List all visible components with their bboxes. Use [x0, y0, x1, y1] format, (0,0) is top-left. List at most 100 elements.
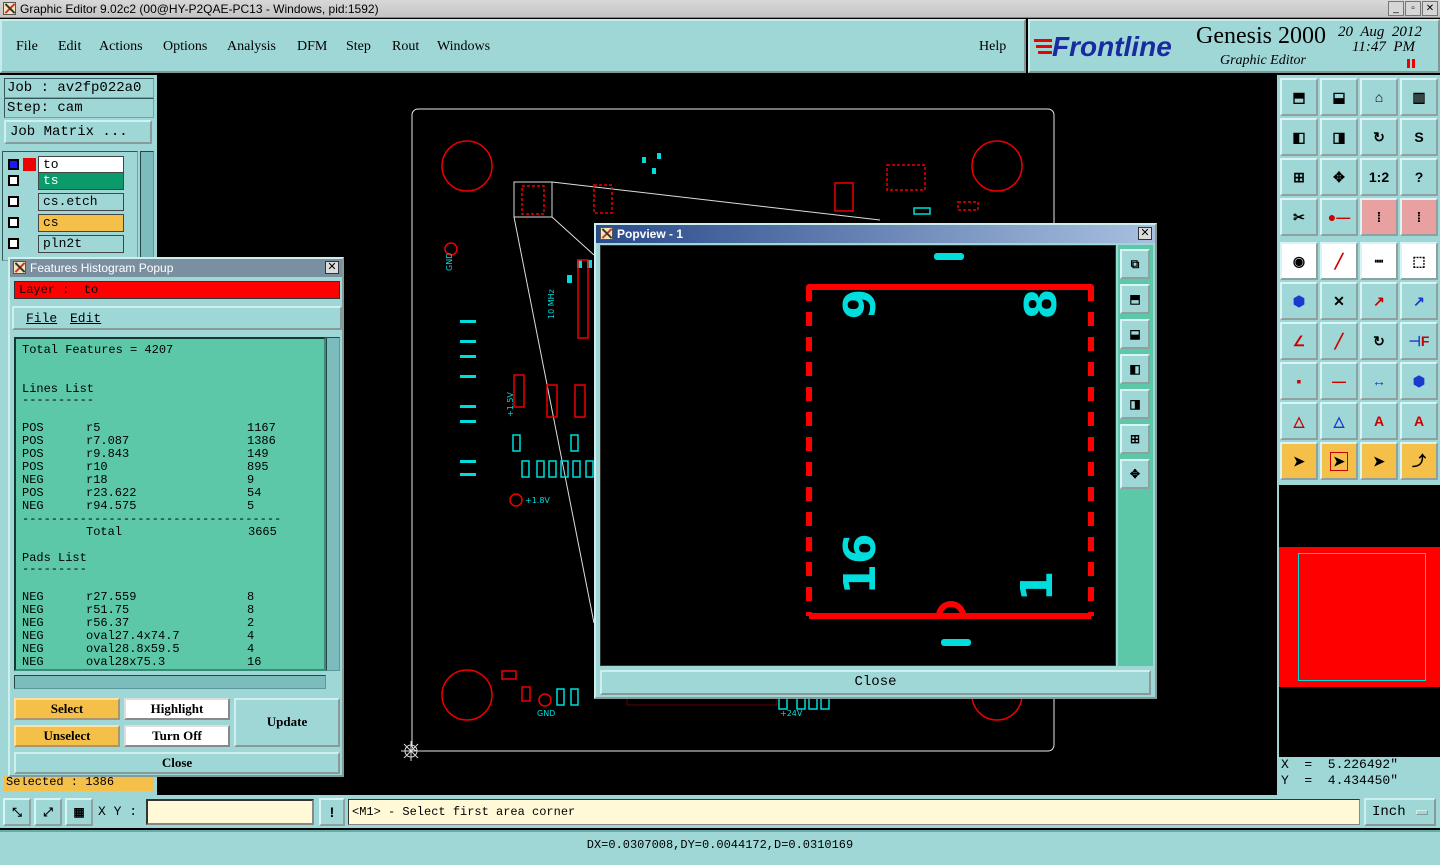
histogram-titlebar[interactable]: Features Histogram Popup ✕ — [10, 259, 342, 277]
zoom-fit-icon[interactable]: ⊞ — [1280, 158, 1318, 196]
overview-map[interactable] — [1279, 485, 1440, 757]
pan-right-icon[interactable]: ◨ — [1320, 118, 1358, 156]
histogram-hscrollbar[interactable] — [14, 675, 326, 689]
popview-titlebar[interactable]: Popview - 1 ✕ — [596, 225, 1155, 243]
grid-icon[interactable]: ▦ — [65, 798, 93, 826]
menu-help[interactable]: Help — [979, 39, 1006, 55]
histogram-close-button[interactable]: Close — [14, 752, 340, 774]
layer-name-cs-etch[interactable]: cs.etch — [38, 193, 124, 211]
maximize-button[interactable]: ▫ — [1405, 1, 1421, 16]
layer-checkbox[interactable] — [8, 196, 19, 207]
xy-input[interactable] — [146, 799, 314, 825]
menu-dfm[interactable]: DFM — [297, 39, 327, 55]
pointer-select-icon[interactable]: ➤ — [1360, 442, 1398, 480]
close-icon[interactable]: ✕ — [1138, 227, 1152, 240]
unselect-button[interactable]: Unselect — [14, 725, 120, 747]
popview-zoom-in-icon[interactable]: ⧉ — [1120, 249, 1150, 279]
triangle-2-icon[interactable]: △ — [1320, 402, 1358, 440]
measure-icon[interactable]: ⁞ — [1360, 198, 1398, 236]
layer-checkbox[interactable] — [8, 238, 19, 249]
zoom-in-icon[interactable]: ⬓ — [1320, 78, 1358, 116]
measure-2-icon[interactable]: ⁞ — [1400, 198, 1438, 236]
histogram-vscrollbar[interactable] — [326, 337, 340, 671]
menu-windows[interactable]: Windows — [437, 39, 490, 55]
rotate-icon[interactable]: ↻ — [1360, 322, 1398, 360]
menu-edit[interactable]: Edit — [58, 39, 81, 55]
job-matrix-button[interactable]: Job Matrix ... — [4, 120, 152, 144]
pointer-box-icon[interactable]: ➤ — [1320, 442, 1358, 480]
dimension-icon[interactable]: ↔ — [1360, 362, 1398, 400]
pan-left-icon[interactable]: ◧ — [1280, 118, 1318, 156]
menu-options[interactable]: Options — [163, 39, 207, 55]
window-split-icon[interactable]: ▥ — [1400, 78, 1438, 116]
one-to-one-icon[interactable]: 1:2 — [1360, 158, 1398, 196]
layer-name-pln2t[interactable]: pln2t — [38, 235, 124, 253]
redraw-icon[interactable]: ↻ — [1360, 118, 1398, 156]
popview-zoom-drawing[interactable]: 9 8 16 1 — [601, 246, 1117, 667]
line-icon[interactable]: ╱ — [1320, 242, 1358, 280]
popview-pan-right-icon[interactable]: ◨ — [1120, 389, 1150, 419]
alert-icon[interactable]: ! — [319, 798, 345, 826]
snap-pad-icon[interactable]: ▪ — [1280, 362, 1318, 400]
ruler-icon[interactable]: ┉ — [1360, 242, 1398, 280]
home-icon[interactable]: ⌂ — [1360, 78, 1398, 116]
turn-off-button[interactable]: Turn Off — [124, 725, 230, 747]
snap-icon[interactable]: ✂ — [1280, 198, 1318, 236]
copy-icon[interactable]: ↗ — [1400, 282, 1438, 320]
popview-pan-down-icon[interactable]: ⬓ — [1120, 319, 1150, 349]
layer-row-ts[interactable]: ts — [6, 172, 124, 190]
slash-icon[interactable]: ╱ — [1320, 322, 1358, 360]
zoom-home-icon[interactable]: ⬒ — [1280, 78, 1318, 116]
layer-list-scrollbar[interactable] — [140, 151, 154, 261]
histogram-menu-edit[interactable]: Edit — [70, 311, 101, 326]
histogram-list[interactable]: Total Features = 4207 Lines List -------… — [14, 337, 326, 671]
select-area-icon[interactable]: ⬚ — [1400, 242, 1438, 280]
net-icon[interactable]: ●— — [1320, 198, 1358, 236]
menu-analysis[interactable]: Analysis — [227, 39, 276, 55]
triangle-4-icon[interactable]: A — [1400, 402, 1438, 440]
popview-close-button[interactable]: Close — [600, 670, 1151, 695]
layer-checkbox[interactable] — [8, 159, 19, 170]
measure-tool-icon[interactable]: ⤢ — [34, 798, 62, 826]
units-dropdown[interactable]: Inch — [1364, 798, 1436, 826]
pointer-icon[interactable]: ➤ — [1280, 442, 1318, 480]
menu-file[interactable]: File — [16, 39, 38, 55]
menu-rout[interactable]: Rout — [392, 39, 419, 55]
histogram-menu-file[interactable]: File — [26, 311, 57, 326]
zoom-center-icon[interactable]: ✥ — [1320, 158, 1358, 196]
layer-row-cs[interactable]: cs — [6, 214, 124, 232]
mirror-icon[interactable]: ⊣ F — [1400, 322, 1438, 360]
help-icon[interactable]: ? — [1400, 158, 1438, 196]
popview-zoom-center-icon[interactable]: ✥ — [1120, 459, 1150, 489]
cross-icon[interactable]: ✕ — [1320, 282, 1358, 320]
pointer-net-icon[interactable]: ⤴ — [1400, 442, 1438, 480]
line-break-icon[interactable]: — — [1320, 362, 1358, 400]
popview-pan-left-icon[interactable]: ◧ — [1120, 354, 1150, 384]
shape-icon[interactable]: S — [1400, 118, 1438, 156]
connect-icon[interactable]: ⬢ — [1280, 282, 1318, 320]
menu-step[interactable]: Step — [346, 39, 371, 55]
update-button[interactable]: Update — [234, 698, 340, 747]
triangle-icon[interactable]: △ — [1280, 402, 1318, 440]
highlight-button[interactable]: Highlight — [124, 698, 230, 720]
pad-icon[interactable]: ◉ — [1280, 242, 1318, 280]
popview-canvas[interactable]: 9 8 16 1 — [600, 245, 1116, 666]
popview-zoom-fit-icon[interactable]: ⊞ — [1120, 424, 1150, 454]
triangle-3-icon[interactable]: A — [1360, 402, 1398, 440]
move-icon[interactable]: ↗ — [1360, 282, 1398, 320]
layer-row-pln2t[interactable]: pln2t — [6, 235, 124, 253]
close-window-button[interactable]: ✕ — [1422, 1, 1438, 16]
layer-checkbox[interactable] — [8, 217, 19, 228]
layer-checkbox[interactable] — [8, 175, 19, 186]
zoom-area-icon[interactable]: ⤡ — [3, 798, 31, 826]
close-icon[interactable]: ✕ — [325, 261, 339, 274]
popview-pan-up-icon[interactable]: ⬒ — [1120, 284, 1150, 314]
layer-name-cs[interactable]: cs — [38, 214, 124, 232]
menu-actions[interactable]: Actions — [99, 39, 143, 55]
angle-icon[interactable]: ∠ — [1280, 322, 1318, 360]
layer-row-cs-etch[interactable]: cs.etch — [6, 193, 124, 211]
layer-name-ts[interactable]: ts — [38, 172, 124, 190]
minimize-button[interactable]: _ — [1388, 1, 1404, 16]
group-icon[interactable]: ⬢ — [1400, 362, 1438, 400]
select-button[interactable]: Select — [14, 698, 120, 720]
